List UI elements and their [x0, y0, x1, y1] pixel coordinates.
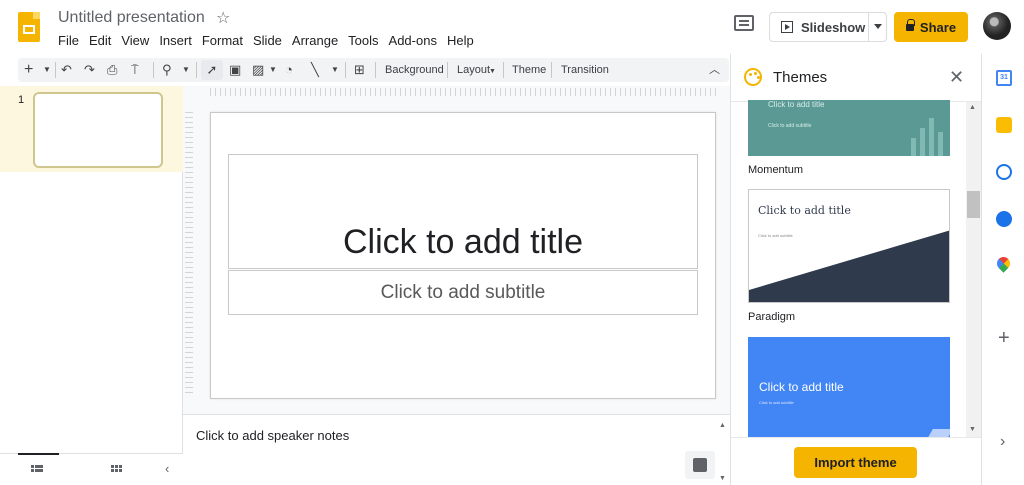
slideshow-dropdown-icon[interactable]	[874, 24, 882, 29]
speaker-notes-placeholder[interactable]: Click to add speaker notes	[196, 428, 349, 443]
present-icon	[781, 21, 793, 33]
slides-logo-icon[interactable]	[18, 12, 40, 42]
filmstrip-view-icon[interactable]	[31, 465, 43, 475]
account-avatar[interactable]	[983, 12, 1011, 40]
calendar-icon[interactable]: 31	[996, 70, 1012, 86]
themes-title: Themes	[773, 69, 828, 86]
menu-format[interactable]: Format	[202, 33, 243, 48]
menu-edit[interactable]: Edit	[89, 33, 111, 48]
lock-icon	[905, 18, 915, 31]
new-slide-icon[interactable]: +	[24, 60, 33, 80]
text-box-icon[interactable]: ▣	[229, 60, 241, 80]
redo-icon[interactable]: ↷	[84, 60, 95, 80]
share-button[interactable]: Share	[894, 12, 968, 42]
notes-resize-handle[interactable]	[183, 414, 730, 420]
undo-icon[interactable]: ↶	[61, 60, 72, 80]
theme-paradigm-subtitle: Click to add subtitle	[758, 233, 793, 238]
subtitle-placeholder[interactable]: Click to add subtitle	[228, 270, 698, 315]
menu-file[interactable]: File	[58, 33, 79, 48]
line-icon[interactable]: ╲	[311, 60, 319, 80]
theme-paradigm-name[interactable]: Paradigm	[748, 311, 795, 323]
theme-momentum-subtitle: Click to add subtitle	[768, 123, 812, 129]
close-icon[interactable]: ✕	[949, 67, 964, 88]
themes-header	[730, 54, 981, 102]
slide-thumbnail[interactable]	[33, 92, 163, 168]
theme-simple-title: Click to add title	[759, 380, 844, 394]
print-icon[interactable]: ⎙	[107, 60, 117, 80]
zoom-icon[interactable]: ⚲	[162, 60, 172, 80]
background-button[interactable]: Background	[385, 62, 444, 78]
toolbar-background	[18, 58, 729, 82]
slideshow-button[interactable]: Slideshow	[769, 12, 887, 42]
zoom-dropdown-icon[interactable]: ▼	[182, 60, 190, 80]
paint-format-icon[interactable]: ⍑	[131, 60, 139, 80]
line-dropdown-icon[interactable]: ▼	[331, 60, 339, 80]
theme-momentum-title: Click to add title	[768, 100, 825, 109]
tasks-icon[interactable]	[996, 164, 1012, 180]
layout-button[interactable]: Layout	[457, 62, 490, 78]
menu-addons[interactable]: Add-ons	[389, 33, 437, 48]
menu-slide[interactable]: Slide	[253, 33, 282, 48]
app-header: Untitled presentation ☆ File Edit View I…	[0, 0, 1024, 54]
horizontal-ruler[interactable]	[210, 88, 717, 96]
theme-momentum-thumbnail[interactable]: Click to add title Click to add subtitle	[748, 100, 950, 156]
comment-add-icon[interactable]: ⊞	[354, 60, 365, 80]
notes-scrollbar[interactable]: ▲ ▼	[716, 420, 730, 485]
slides-app: Untitled presentation ☆ File Edit View I…	[0, 0, 1024, 485]
keep-icon[interactable]	[996, 117, 1012, 133]
menu-help[interactable]: Help	[447, 33, 474, 48]
theme-simple-thumbnail[interactable]: Click to add title Click to add subtitle	[748, 337, 950, 437]
vertical-ruler[interactable]	[185, 112, 193, 396]
comment-history-icon[interactable]	[734, 15, 754, 31]
expand-side-panel-icon[interactable]: ›	[1000, 433, 1005, 451]
import-theme-button[interactable]: Import theme	[794, 447, 917, 478]
document-title[interactable]: Untitled presentation	[58, 9, 205, 27]
theme-paradigm-title: Click to add title	[758, 204, 851, 217]
explore-icon[interactable]	[685, 451, 715, 479]
contacts-icon[interactable]	[996, 211, 1012, 227]
collapse-toolbar-icon[interactable]: ︿	[709, 60, 720, 80]
theme-button[interactable]: Theme	[512, 62, 546, 78]
shape-icon[interactable]: ◔	[285, 60, 293, 80]
share-label: Share	[919, 19, 957, 35]
palette-icon	[744, 68, 762, 86]
add-addon-icon[interactable]: +	[998, 327, 1010, 350]
menu-arrange[interactable]: Arrange	[292, 33, 338, 48]
menu-bar: File Edit View Insert Format Slide Arran…	[58, 33, 484, 48]
transition-button[interactable]: Transition	[561, 62, 609, 78]
collapse-filmstrip-icon[interactable]: ‹	[165, 461, 169, 476]
menu-view[interactable]: View	[121, 33, 149, 48]
layout-dropdown-icon[interactable]: ▼	[489, 62, 496, 82]
new-slide-dropdown-icon[interactable]: ▼	[43, 60, 51, 80]
themes-scrollbar[interactable]: ▲ ▼	[966, 102, 981, 437]
menu-insert[interactable]: Insert	[159, 33, 192, 48]
filmstrip-view-indicator	[18, 453, 59, 455]
theme-momentum-name[interactable]: Momentum	[748, 164, 803, 176]
insert-image-icon[interactable]: ▨	[252, 60, 264, 80]
image-dropdown-icon[interactable]: ▼	[269, 60, 277, 80]
slideshow-label: Slideshow	[801, 19, 866, 35]
filmstrip-footer	[0, 453, 183, 485]
select-cursor-icon[interactable]: ➚	[201, 60, 223, 80]
theme-paradigm-thumbnail[interactable]: Click to add title Click to add subtitle	[748, 189, 950, 303]
menu-tools[interactable]: Tools	[348, 33, 378, 48]
title-placeholder[interactable]: Click to add title	[228, 154, 698, 269]
theme-simple-subtitle: Click to add subtitle	[759, 400, 794, 405]
slide-number: 1	[18, 94, 25, 106]
star-icon[interactable]: ☆	[216, 8, 230, 28]
grid-view-icon[interactable]	[111, 465, 123, 475]
themes-scroll-thumb[interactable]	[967, 191, 980, 218]
